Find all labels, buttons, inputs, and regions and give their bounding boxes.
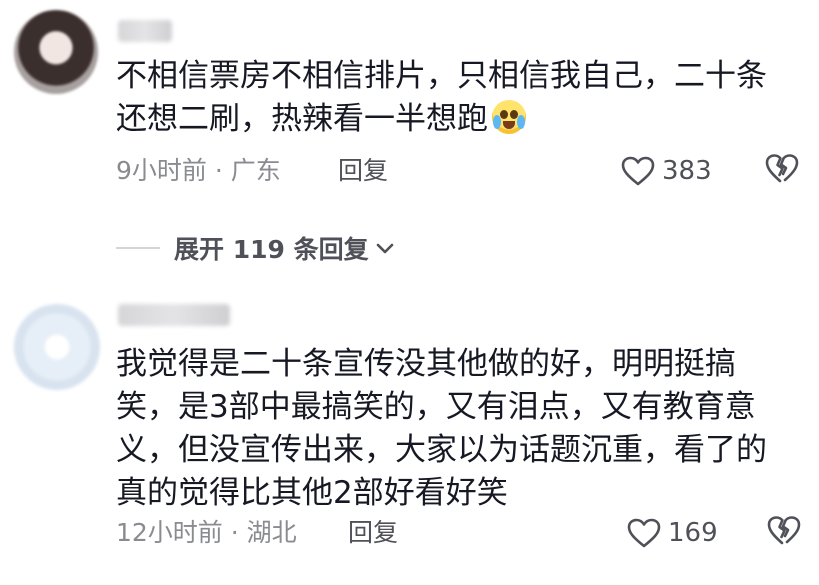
username-blurred[interactable] <box>118 20 172 42</box>
heart-outline-icon <box>627 518 661 548</box>
reply-button[interactable]: 回复 <box>338 154 388 188</box>
crying-laughing-emoji-icon <box>492 100 526 134</box>
username-blurred[interactable] <box>118 304 230 326</box>
expand-replies-button[interactable]: 展开 119 条回复 <box>116 230 397 266</box>
comment-meta: 9小时前 · 广东 回复 383 <box>116 154 799 188</box>
chevron-down-icon <box>376 243 393 254</box>
comment-text: 不相信票房不相信排片，只相信我自己，二十条还想二刷，热辣看一半想跑 <box>116 55 785 141</box>
expand-replies-label: 展开 119 条回复 <box>174 235 369 264</box>
time-location: 12小时前 · 湖北 <box>116 518 297 547</box>
like-button[interactable]: 169 <box>626 516 718 550</box>
avatar[interactable] <box>14 10 98 94</box>
time-location: 9小时前 · 广东 <box>116 156 281 185</box>
like-button[interactable]: 383 <box>620 154 712 188</box>
dislike-button[interactable] <box>766 514 802 557</box>
like-count: 169 <box>668 518 718 548</box>
comment-text: 我觉得是二十条宣传没其他做的好，明明挺搞笑，是3部中最搞笑的，又有泪点，又有教育… <box>116 346 767 511</box>
like-count: 383 <box>662 156 712 186</box>
broken-heart-icon <box>765 154 799 183</box>
heart-outline-icon <box>621 156 655 186</box>
dislike-button[interactable] <box>764 152 800 195</box>
comment-text-content: 不相信票房不相信排片，只相信我自己，二十条还想二刷，热辣看一半想跑 <box>116 58 767 137</box>
reply-button[interactable]: 回复 <box>348 516 398 550</box>
divider-line <box>116 247 160 249</box>
avatar[interactable] <box>14 304 100 390</box>
comment-meta: 12小时前 · 湖北 回复 169 <box>116 516 801 550</box>
broken-heart-icon <box>767 516 801 545</box>
